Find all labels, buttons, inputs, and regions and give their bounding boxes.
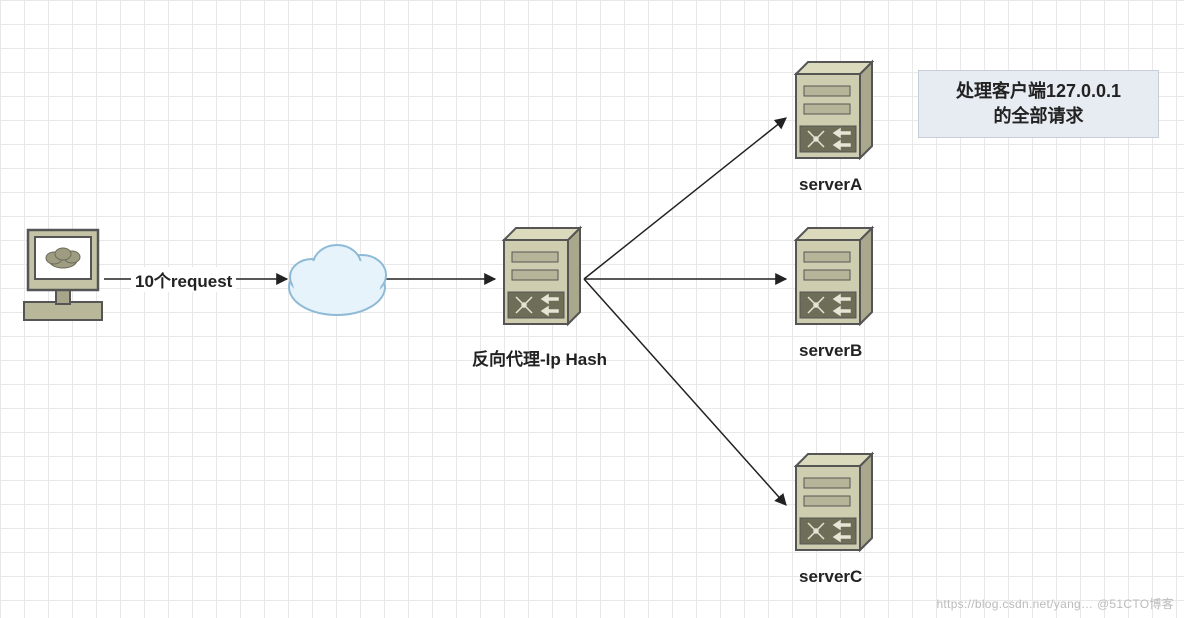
callout-line2: 的全部请求 [994, 106, 1084, 126]
edge-label-requests: 10个request [131, 267, 236, 292]
client-computer [22, 228, 104, 324]
serverA-label: serverA [799, 175, 862, 195]
serverA-icon [790, 56, 876, 166]
serverC-label: serverC [799, 567, 862, 587]
cloud-icon [282, 227, 392, 325]
arrow-proxy-to-serverA [584, 118, 786, 279]
watermark: https://blog.csdn.net/yang… @51CTO博客 [936, 595, 1174, 612]
callout-line1: 处理客户端127.0.0.1 [956, 81, 1121, 101]
proxy-server-icon [498, 222, 584, 332]
serverC-icon [790, 448, 876, 558]
serverB-label: serverB [799, 341, 862, 361]
arrow-proxy-to-serverC [584, 279, 786, 505]
serverB-icon [790, 222, 876, 332]
callout-note: 处理客户端127.0.0.1 的全部请求 [918, 70, 1159, 138]
proxy-label: 反向代理-Ip Hash [472, 345, 607, 370]
